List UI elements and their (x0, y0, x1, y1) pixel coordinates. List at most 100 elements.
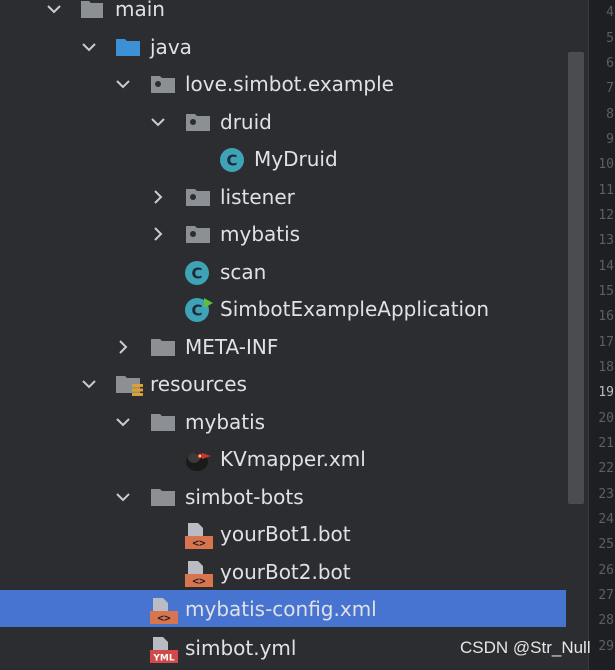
chevron-down-icon[interactable] (113, 74, 133, 94)
class-icon: C (219, 147, 244, 172)
tree-label: KVmapper.xml (220, 446, 366, 471)
chevron-right-icon[interactable] (148, 187, 168, 207)
tree-label: java (150, 34, 192, 59)
line-number: 28 (598, 613, 614, 628)
mybatis-bird-icon (184, 447, 211, 471)
line-number: 22 (598, 461, 614, 476)
tree-label: simbot.yml (185, 635, 297, 660)
tree-row-mybatis-config-xml[interactable]: <> mybatis-config.xml (0, 590, 587, 627)
line-number: 13 (598, 233, 614, 248)
tree-label: druid (220, 109, 272, 134)
resources-folder-icon (115, 372, 143, 396)
watermark: CSDN @Str_Null (460, 638, 591, 657)
yml-file-icon: YML (149, 636, 178, 663)
tree-label: listener (220, 184, 295, 209)
tree-row-mydruid[interactable]: C MyDruid (0, 140, 587, 177)
chevron-down-icon[interactable] (148, 112, 168, 132)
line-number: 9 (606, 132, 614, 147)
source-folder-icon (115, 35, 140, 59)
tree-row-yourbot1-bot[interactable]: <> yourBot1.bot (0, 515, 587, 552)
line-number: 4 (606, 5, 614, 20)
line-number: 7 (606, 81, 614, 96)
chevron-down-icon[interactable] (113, 487, 133, 507)
class-icon: C (184, 260, 209, 285)
line-number: 26 (598, 563, 614, 578)
chevron-down-icon[interactable] (44, 0, 64, 19)
tree-row-scan[interactable]: C scan (0, 253, 587, 290)
line-number: 27 (598, 588, 614, 603)
package-icon (185, 110, 210, 134)
tree-label: yourBot2.bot (220, 559, 351, 584)
xml-file-icon: <> (149, 597, 178, 624)
tree-row-simbot-example-application[interactable]: C SimbotExampleApplication (0, 290, 587, 327)
tree-row-yourbot2-bot[interactable]: <> yourBot2.bot (0, 553, 587, 590)
tree-row-meta-inf[interactable]: META-INF (0, 328, 587, 365)
tree-label: scan (220, 259, 267, 284)
svg-text:<>: <> (157, 611, 171, 624)
line-number: 10 (598, 157, 614, 172)
svg-text:<>: <> (192, 574, 206, 587)
tree-label: love.simbot.example (185, 71, 394, 96)
chevron-right-icon[interactable] (113, 337, 133, 357)
svg-text:YML: YML (152, 653, 174, 663)
line-number: 20 (598, 411, 614, 426)
folder-icon (80, 0, 104, 21)
line-number: 16 (598, 309, 614, 324)
svg-text:<>: <> (192, 536, 206, 549)
tree-row-mybatis-package[interactable]: mybatis (0, 215, 587, 252)
tree-label: mybatis (185, 409, 266, 434)
line-number: 15 (598, 284, 614, 299)
line-number: 21 (598, 436, 614, 451)
line-number: 24 (598, 512, 614, 527)
tree-label: simbot-bots (185, 484, 304, 509)
tree-row-listener[interactable]: listener (0, 178, 587, 215)
tree-label: mybatis (220, 221, 301, 246)
tree-row-kvmapper-xml[interactable]: KVmapper.xml (0, 440, 587, 477)
chevron-down-icon[interactable] (79, 37, 99, 57)
line-number: 8 (606, 107, 614, 122)
tree-row-love-simbot-example[interactable]: love.simbot.example (0, 65, 587, 102)
line-number: 6 (606, 56, 614, 71)
xml-file-icon: <> (184, 560, 213, 587)
tree-label: main (115, 0, 165, 21)
tree-label: yourBot1.bot (220, 521, 351, 546)
editor-line-gutter: 4 5 6 7 8 9 10 11 12 13 14 15 16 17 18 1… (588, 0, 615, 670)
svg-text:C: C (191, 301, 202, 319)
folder-icon (150, 335, 175, 359)
line-number: 23 (598, 487, 614, 502)
tree-row-java[interactable]: java (0, 28, 587, 65)
tree-label: resources (150, 371, 247, 396)
line-number: 17 (598, 335, 614, 350)
tree-row-druid[interactable]: druid (0, 103, 587, 140)
tree-row-resources[interactable]: resources (0, 365, 587, 402)
project-tree: main java love.simbot.example druid C My… (0, 0, 587, 670)
svg-text:C: C (226, 151, 237, 169)
line-number: 29 (598, 639, 614, 654)
tree-label: MyDruid (254, 146, 338, 171)
chevron-down-icon[interactable] (79, 374, 99, 394)
package-icon (185, 222, 210, 246)
tree-row-mybatis-folder[interactable]: mybatis (0, 403, 587, 440)
svg-text:C: C (191, 264, 202, 282)
package-icon (185, 185, 210, 209)
folder-icon (150, 485, 175, 509)
line-number: 14 (598, 259, 614, 274)
chevron-right-icon[interactable] (148, 224, 168, 244)
line-number-active: 19 (598, 385, 614, 400)
package-icon (150, 72, 175, 96)
tree-row-simbot-bots[interactable]: simbot-bots (0, 478, 587, 515)
folder-icon (150, 410, 175, 434)
line-number: 18 (598, 360, 614, 375)
line-number: 25 (598, 537, 614, 552)
tree-label: mybatis-config.xml (185, 596, 377, 621)
line-number: 11 (598, 183, 614, 198)
line-number: 12 (598, 208, 614, 223)
line-number: 5 (606, 31, 614, 46)
chevron-down-icon[interactable] (113, 412, 133, 432)
scrollbar-thumb[interactable] (568, 52, 584, 504)
tree-row-main[interactable]: main (0, 0, 587, 27)
tree-label: META-INF (185, 334, 279, 359)
tree-label: SimbotExampleApplication (220, 296, 490, 321)
xml-file-icon: <> (184, 522, 213, 549)
spring-boot-class-icon: C (184, 297, 213, 322)
